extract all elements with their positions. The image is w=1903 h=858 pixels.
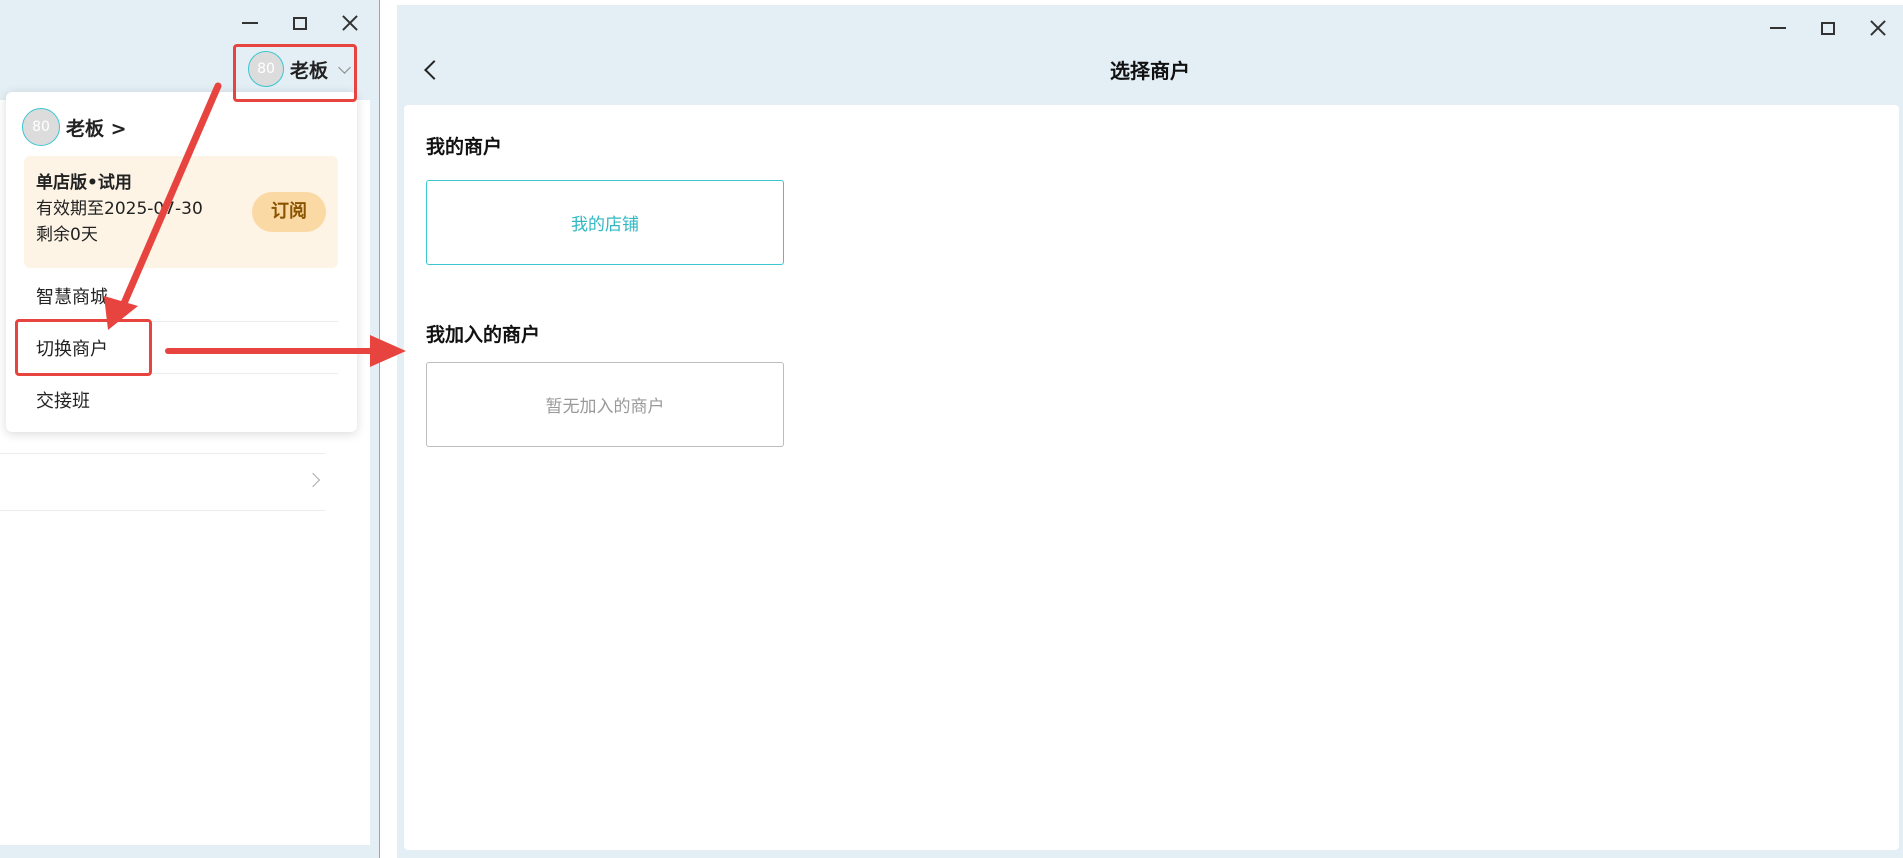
subscribe-button[interactable]: 订阅 — [252, 192, 326, 232]
minimize-icon — [1770, 27, 1786, 29]
close-icon — [1870, 20, 1886, 36]
menu-user-name: 老板 > — [66, 117, 127, 140]
highlight-box-user-trigger — [233, 44, 357, 102]
page-title: 选择商户 — [1110, 59, 1190, 83]
minimize-button[interactable] — [1753, 15, 1803, 41]
menu-item-smart-mall[interactable]: 智慧商城 — [24, 270, 338, 322]
right-window: 选择商户 我的商户 我的店铺 我加入的商户 暂无加入的商户 — [397, 5, 1903, 858]
list-divider — [0, 510, 325, 511]
left-window-controls — [225, 10, 375, 36]
list-divider — [0, 453, 325, 454]
minimize-button[interactable] — [225, 10, 275, 36]
right-window-controls — [1753, 15, 1903, 41]
maximize-button[interactable] — [1803, 15, 1853, 41]
section-title-joined-merchants: 我加入的商户 — [426, 324, 541, 346]
user-dropdown-menu: 80 老板 > 单店版•试用 有效期至2025-07-30 剩余0天 订阅 智慧… — [6, 92, 357, 432]
menu-item-handover[interactable]: 交接班 — [24, 374, 338, 426]
maximize-icon — [293, 16, 307, 30]
empty-joined-merchants: 暂无加入的商户 — [426, 362, 784, 447]
maximize-icon — [1821, 21, 1835, 35]
highlight-box-switch-merchant — [15, 319, 152, 376]
section-title-my-merchants: 我的商户 — [426, 136, 503, 158]
avatar: 80 — [22, 108, 60, 146]
close-button[interactable] — [325, 10, 375, 36]
maximize-button[interactable] — [275, 10, 325, 36]
close-button[interactable] — [1853, 15, 1903, 41]
close-icon — [342, 15, 358, 31]
merchant-list-panel: 我的商户 我的店铺 我加入的商户 暂无加入的商户 — [404, 105, 1899, 850]
minimize-icon — [242, 22, 258, 24]
menu-user-profile[interactable]: 80 老板 > — [22, 108, 127, 146]
plan-card: 单店版•试用 有效期至2025-07-30 剩余0天 订阅 — [24, 156, 338, 268]
merchant-card-my-store[interactable]: 我的店铺 — [426, 180, 784, 265]
